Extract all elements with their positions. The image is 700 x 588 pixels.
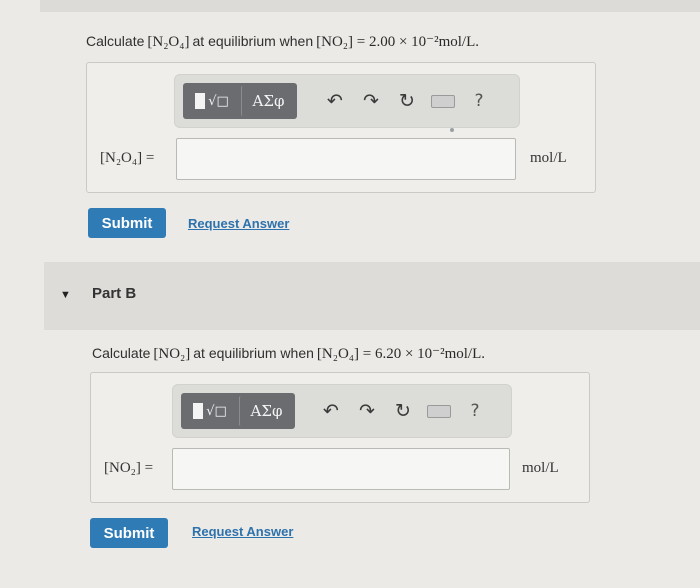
collapse-caret-icon[interactable]: ▼ [60,289,71,301]
question-given-condition: [N₂O₄] = 6.20 × 10⁻²mol/L. [316,346,486,362]
part-a-question: Calculate [N₂O₄] at equilibrium when [NO… [86,32,479,51]
part-a-answer-input[interactable] [176,138,516,180]
template-square-icon [195,93,206,109]
part-a-unit: mol/L [530,150,567,166]
template-square-icon [193,403,204,419]
question-prefix: Calculate [86,33,145,49]
part-b-answer-input[interactable] [172,448,510,490]
question-target-species: [N₂O₄] [147,34,190,50]
part-b-math-toolbar: √□ ΑΣφ ↶ ↷ ↻ ? [172,384,512,438]
help-icon[interactable]: ? [457,401,493,421]
keyboard-icon[interactable] [421,400,457,422]
templates-button[interactable]: √□ [183,396,237,426]
part-b-header[interactable] [44,262,700,330]
part-b-variable-label: [NO₂] = [104,460,154,476]
top-divider-strip [40,0,700,12]
undo-icon[interactable]: ↶ [317,90,353,112]
question-target-species: [NO₂] [153,346,191,362]
question-given-condition: [NO₂] = 2.00 × 10⁻²mol/L. [316,34,480,50]
part-b-tool-group: √□ ΑΣφ [181,393,295,429]
undo-icon[interactable]: ↶ [313,400,349,422]
symbols-button[interactable]: ΑΣφ [239,396,293,426]
symbols-button[interactable]: ΑΣφ [241,86,295,116]
question-middle: at equilibrium when [193,345,314,361]
part-b-submit-button[interactable]: Submit [90,518,168,548]
redo-icon[interactable]: ↷ [349,400,385,422]
reset-icon[interactable]: ↻ [385,400,421,422]
part-a-variable-label: [N₂O₄] = [100,150,155,166]
help-icon[interactable]: ? [461,91,497,111]
keyboard-icon[interactable] [425,90,461,112]
templates-label: √□ [208,93,229,109]
part-b-request-answer-link[interactable]: Request Answer [192,524,293,539]
redo-icon[interactable]: ↷ [353,90,389,112]
part-a-math-toolbar: √□ ΑΣφ ↶ ↷ ↻ ? [174,74,520,128]
part-a-tool-group: √□ ΑΣφ [183,83,297,119]
question-prefix: Calculate [92,345,151,361]
part-a-submit-button[interactable]: Submit [88,208,166,238]
question-middle: at equilibrium when [192,33,314,49]
part-b-title: Part B [92,285,137,302]
templates-label: √□ [206,403,227,419]
part-b-unit: mol/L [522,460,559,476]
templates-button[interactable]: √□ [185,86,239,116]
part-a-request-answer-link[interactable]: Request Answer [188,216,289,231]
reset-icon[interactable]: ↻ [389,90,425,112]
part-b-question: Calculate [NO₂] at equilibrium when [N₂O… [92,344,485,363]
toolbar-indicator-dot [450,128,454,132]
